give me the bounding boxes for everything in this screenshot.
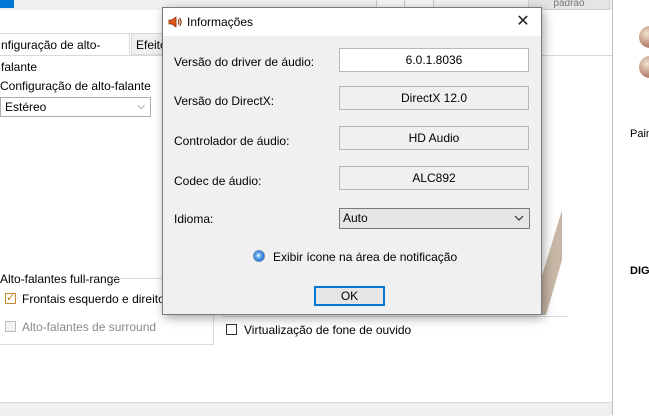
dialog-titlebar[interactable]: Informações ✕ — [163, 8, 541, 36]
front-speakers-checkbox[interactable] — [5, 291, 16, 304]
audio-codec-value: ALC892 — [339, 166, 529, 190]
right-panel-heading: DIG — [630, 265, 649, 277]
audio-codec-label: Codec de áudio: — [174, 174, 262, 188]
title-accent — [0, 0, 14, 8]
surround-speakers-checkbox[interactable] — [5, 321, 16, 332]
close-button[interactable]: ✕ — [505, 8, 541, 36]
headphone-virtualization-label: Virtualização de fone de ouvido — [244, 323, 412, 337]
speaker-config-value: Estéreo — [5, 100, 47, 114]
tray-icon-radio[interactable] — [253, 250, 265, 262]
surround-speakers-label: Alto-falantes de surround — [22, 320, 157, 334]
directx-version-label: Versão do DirectX: — [174, 94, 275, 108]
right-panel-text: Pain — [630, 128, 649, 140]
driver-version-value: 6.0.1.8036 — [339, 48, 529, 72]
language-value: Auto — [343, 211, 368, 225]
speaker-graphic-inner — [546, 260, 562, 315]
language-label: Idioma: — [174, 212, 214, 226]
directx-version-value: DirectX 12.0 — [339, 86, 529, 110]
panel-knob-icon[interactable] — [639, 56, 649, 78]
headphone-virtualization-checkbox[interactable] — [226, 324, 237, 335]
driver-version-label: Versão do driver de áudio: — [174, 55, 315, 69]
status-strip — [0, 402, 612, 416]
right-panel: Pain DIG — [612, 0, 649, 415]
dialog-title: Informações — [187, 15, 254, 29]
audio-controller-label: Controlador de áudio: — [174, 134, 290, 148]
tab-speaker-config[interactable]: nfiguração de alto-falante — [0, 33, 130, 74]
speaker-config-label: Configuração de alto-falante — [0, 79, 151, 93]
tray-icon-label: Exibir ícone na área de notificação — [273, 250, 458, 264]
panel-knob-icon[interactable] — [639, 26, 649, 48]
audio-controller-value: HD Audio — [339, 126, 529, 150]
speaker-icon — [168, 16, 182, 28]
chevron-down-icon — [514, 215, 524, 221]
language-select[interactable]: Auto — [339, 208, 530, 229]
front-speakers-label: Frontais esquerdo e direito — [22, 292, 165, 306]
close-icon: ✕ — [516, 13, 530, 30]
ok-button[interactable]: OK — [314, 286, 385, 306]
info-dialog: Informações ✕ Versão do driver de áudio:… — [162, 7, 542, 315]
chevron-down-icon: ⌵ — [137, 101, 145, 112]
speaker-config-select[interactable]: Estéreo ⌵ — [0, 97, 151, 117]
